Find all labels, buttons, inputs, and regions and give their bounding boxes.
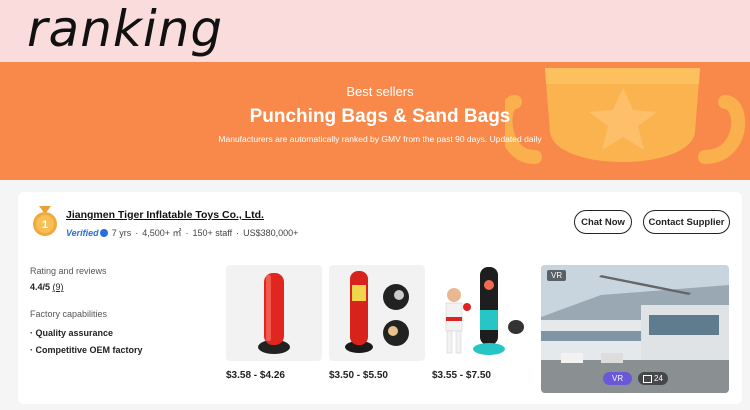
supplier-name-link[interactable]: Jiangmen Tiger Inflatable Toys Co., Ltd. <box>66 209 264 221</box>
meta-separator: · <box>185 227 189 238</box>
banner-description: Manufacturers are automatically ranked b… <box>218 134 542 144</box>
product-image-2[interactable] <box>329 265 425 361</box>
verified-check-icon <box>99 228 108 237</box>
verified-badge[interactable]: Verified <box>66 228 108 238</box>
rating-score: 4.4/5 <box>30 282 51 292</box>
product-price-1: $3.58 - $4.26 <box>226 370 285 381</box>
staff-text: 150+ staff <box>192 227 233 238</box>
product-image-3[interactable] <box>432 265 528 361</box>
capability-item: · Quality assurance <box>30 328 114 338</box>
revenue-text: US$380,000+ <box>243 227 299 238</box>
gallery-icon <box>643 374 652 383</box>
banner-title: Punching Bags & Sand Bags <box>249 106 511 127</box>
review-count-link[interactable]: (9) <box>53 282 64 292</box>
supplier-meta: Verified 7 yrs · 4,500+ ㎡ · 150+ staff ·… <box>66 226 298 239</box>
banner-subtitle: Best sellers <box>346 84 414 99</box>
factory-photo-image <box>541 265 729 393</box>
vr-tag: VR <box>547 270 567 281</box>
punching-bag-red-black-image <box>345 271 409 353</box>
chat-now-button[interactable]: Chat Now <box>574 210 632 234</box>
rating-value: 4.4/5 (9) <box>30 282 64 292</box>
kid-punching-bag-image <box>432 265 528 361</box>
top-band: ranking <box>0 0 750 62</box>
meta-separator: · <box>236 227 240 238</box>
area-text: 4,500+ ㎡ <box>142 228 182 238</box>
best-sellers-banner: Best sellers Punching Bags & Sand Bags M… <box>0 62 750 180</box>
product-price-3: $3.55 - $7.50 <box>432 370 491 381</box>
punching-bag-red-image <box>258 273 290 354</box>
product-price-2: $3.50 - $5.50 <box>329 370 388 381</box>
meta-separator: · <box>135 227 139 238</box>
supplier-card: 1 Jiangmen Tiger Inflatable Toys Co., Lt… <box>18 192 742 404</box>
capability-item: · Competitive OEM factory <box>30 345 143 355</box>
years-text: 7 yrs <box>111 227 132 238</box>
rank-number: 1 <box>42 219 48 231</box>
rating-heading: Rating and reviews <box>30 266 107 276</box>
product-image-1[interactable] <box>226 265 322 361</box>
ranking-heading: ranking <box>27 0 224 58</box>
factory-vr-media[interactable]: VR VR 24 <box>541 265 729 393</box>
rank-medal-icon: 1 <box>33 206 57 236</box>
verified-label: Verified <box>66 227 99 238</box>
image-count: 24 <box>654 374 663 383</box>
vr-view-button[interactable]: VR <box>603 372 633 385</box>
image-count-badge[interactable]: 24 <box>638 372 668 385</box>
contact-supplier-button[interactable]: Contact Supplier <box>643 210 730 234</box>
capabilities-heading: Factory capabilities <box>30 309 108 319</box>
